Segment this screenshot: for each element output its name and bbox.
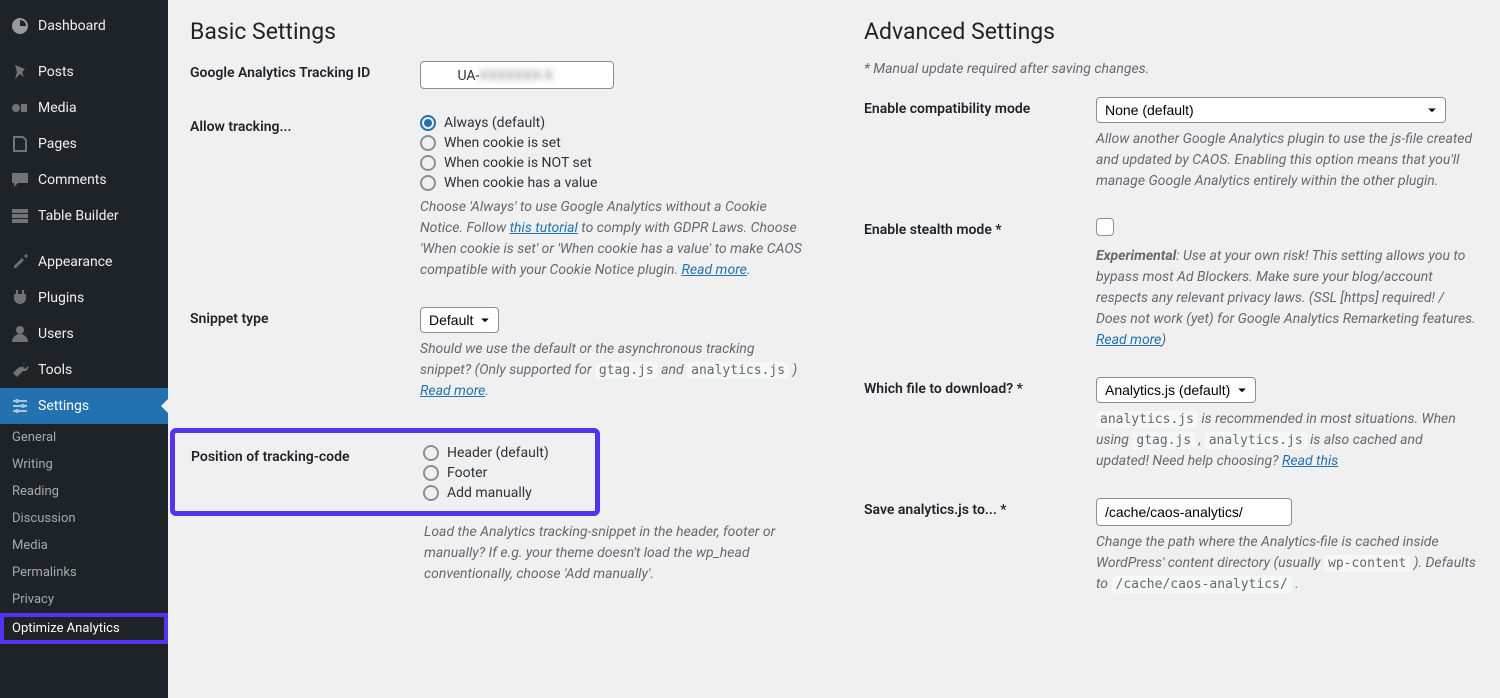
label-snippet: Snippet type [190, 307, 420, 327]
row-snippet-type: Snippet type Default Should we use the d… [190, 307, 804, 402]
radio-icon [420, 115, 436, 131]
label-tracking-id: Google Analytics Tracking ID [190, 61, 420, 81]
label-compat: Enable compatibility mode [864, 97, 1096, 117]
save-desc: Change the path where the Analytics-file… [1096, 532, 1478, 595]
sidebar-item-appearance[interactable]: Appearance [0, 244, 168, 280]
sub-item-privacy[interactable]: Privacy [0, 586, 168, 613]
label-save: Save analytics.js to... * [864, 498, 1096, 518]
radio-cookie-has-value[interactable]: When cookie has a value [420, 175, 804, 191]
read-more-link[interactable]: Read more [682, 262, 747, 278]
sidebar-item-comments[interactable]: Comments [0, 162, 168, 198]
sidebar-label: Posts [38, 64, 74, 80]
sidebar-label: Media [38, 100, 77, 116]
radio-icon [423, 485, 439, 501]
stealth-desc: Experimental: Use at your own risk! This… [1096, 246, 1478, 351]
row-tracking-id: Google Analytics Tracking ID UA-XXXXXXX-… [190, 61, 804, 89]
snippet-desc: Should we use the default or the asynchr… [420, 339, 804, 402]
brush-icon [10, 252, 30, 272]
sub-item-reading[interactable]: Reading [0, 478, 168, 505]
sidebar-label: Settings [38, 398, 89, 414]
settings-content: Basic Settings Google Analytics Tracking… [168, 0, 1500, 698]
label-file: Which file to download? * [864, 377, 1096, 397]
file-desc: analytics.js is recommended in most situ… [1096, 409, 1478, 472]
stealth-checkbox[interactable] [1096, 218, 1114, 236]
table-icon [10, 206, 30, 226]
row-save-path: Save analytics.js to... * Change the pat… [864, 498, 1478, 595]
radio-icon [420, 155, 436, 171]
snippet-select[interactable]: Default [420, 307, 499, 333]
basic-settings-column: Basic Settings Google Analytics Tracking… [190, 18, 804, 621]
row-file: Which file to download? * Analytics.js (… [864, 377, 1478, 472]
sidebar-label: Appearance [38, 254, 112, 270]
read-more-link[interactable]: Read more [1096, 332, 1161, 348]
file-select[interactable]: Analytics.js (default) [1096, 377, 1256, 403]
row-position: Position of tracking-code Header (defaul… [191, 445, 579, 505]
compat-desc: Allow another Google Analytics plugin to… [1096, 129, 1478, 192]
sub-item-writing[interactable]: Writing [0, 451, 168, 478]
wrench-icon [10, 360, 30, 380]
sidebar-label: Users [38, 326, 74, 342]
sub-item-media[interactable]: Media [0, 532, 168, 559]
sidebar-label: Tools [38, 362, 72, 378]
dashboard-icon [10, 16, 30, 36]
sub-item-permalinks[interactable]: Permalinks [0, 559, 168, 586]
admin-sidebar: Dashboard Posts Media Pages Comments Tab… [0, 0, 168, 698]
read-more-link[interactable]: Read more [420, 383, 485, 399]
tutorial-link[interactable]: this tutorial [510, 220, 578, 236]
radio-cookie-set[interactable]: When cookie is set [420, 135, 804, 151]
tracking-id-input[interactable] [420, 61, 614, 89]
sidebar-item-posts[interactable]: Posts [0, 54, 168, 90]
label-stealth: Enable stealth mode * [864, 218, 1096, 238]
sidebar-item-users[interactable]: Users [0, 316, 168, 352]
radio-footer[interactable]: Footer [423, 465, 579, 481]
basic-heading: Basic Settings [190, 18, 804, 45]
sidebar-item-settings[interactable]: Settings [0, 388, 168, 424]
user-icon [10, 324, 30, 344]
sidebar-label: Pages [38, 136, 77, 152]
read-this-link[interactable]: Read this [1282, 453, 1338, 469]
radio-icon [423, 445, 439, 461]
sidebar-item-media[interactable]: Media [0, 90, 168, 126]
radio-icon [420, 135, 436, 151]
sidebar-item-dashboard[interactable]: Dashboard [0, 8, 168, 44]
radio-icon [420, 175, 436, 191]
compat-select[interactable]: None (default) [1096, 97, 1446, 123]
sub-item-discussion[interactable]: Discussion [0, 505, 168, 532]
label-allow-tracking: Allow tracking... [190, 115, 420, 135]
allow-tracking-desc: Choose 'Always' to use Google Analytics … [420, 197, 804, 281]
radio-icon [423, 465, 439, 481]
advanced-settings-column: Advanced Settings * Manual update requir… [864, 18, 1478, 621]
sidebar-label: Plugins [38, 290, 84, 306]
sidebar-item-tools[interactable]: Tools [0, 352, 168, 388]
sidebar-label: Dashboard [38, 18, 106, 34]
save-path-input[interactable] [1096, 498, 1292, 526]
sidebar-item-table-builder[interactable]: Table Builder [0, 198, 168, 234]
row-allow-tracking: Allow tracking... Always (default) When … [190, 115, 804, 281]
sliders-icon [10, 396, 30, 416]
advanced-heading: Advanced Settings [864, 18, 1478, 45]
position-highlight: Position of tracking-code Header (defaul… [170, 428, 600, 516]
comments-icon [10, 170, 30, 190]
radio-add-manually[interactable]: Add manually [423, 485, 579, 501]
label-position: Position of tracking-code [191, 445, 423, 465]
pin-icon [10, 62, 30, 82]
row-compat: Enable compatibility mode None (default)… [864, 97, 1478, 192]
row-stealth: Enable stealth mode * Experimental: Use … [864, 218, 1478, 351]
radio-header[interactable]: Header (default) [423, 445, 579, 461]
plug-icon [10, 288, 30, 308]
sub-item-optimize-analytics[interactable]: Optimize Analytics [0, 613, 168, 644]
position-desc: Load the Analytics tracking-snippet in t… [424, 522, 804, 585]
media-icon [10, 98, 30, 118]
sidebar-label: Comments [38, 172, 107, 188]
pages-icon [10, 134, 30, 154]
manual-note: * Manual update required after saving ch… [864, 61, 1478, 77]
sidebar-label: Table Builder [38, 208, 119, 224]
radio-always[interactable]: Always (default) [420, 115, 804, 131]
sidebar-item-plugins[interactable]: Plugins [0, 280, 168, 316]
radio-cookie-not-set[interactable]: When cookie is NOT set [420, 155, 804, 171]
sub-item-general[interactable]: General [0, 424, 168, 451]
sidebar-item-pages[interactable]: Pages [0, 126, 168, 162]
